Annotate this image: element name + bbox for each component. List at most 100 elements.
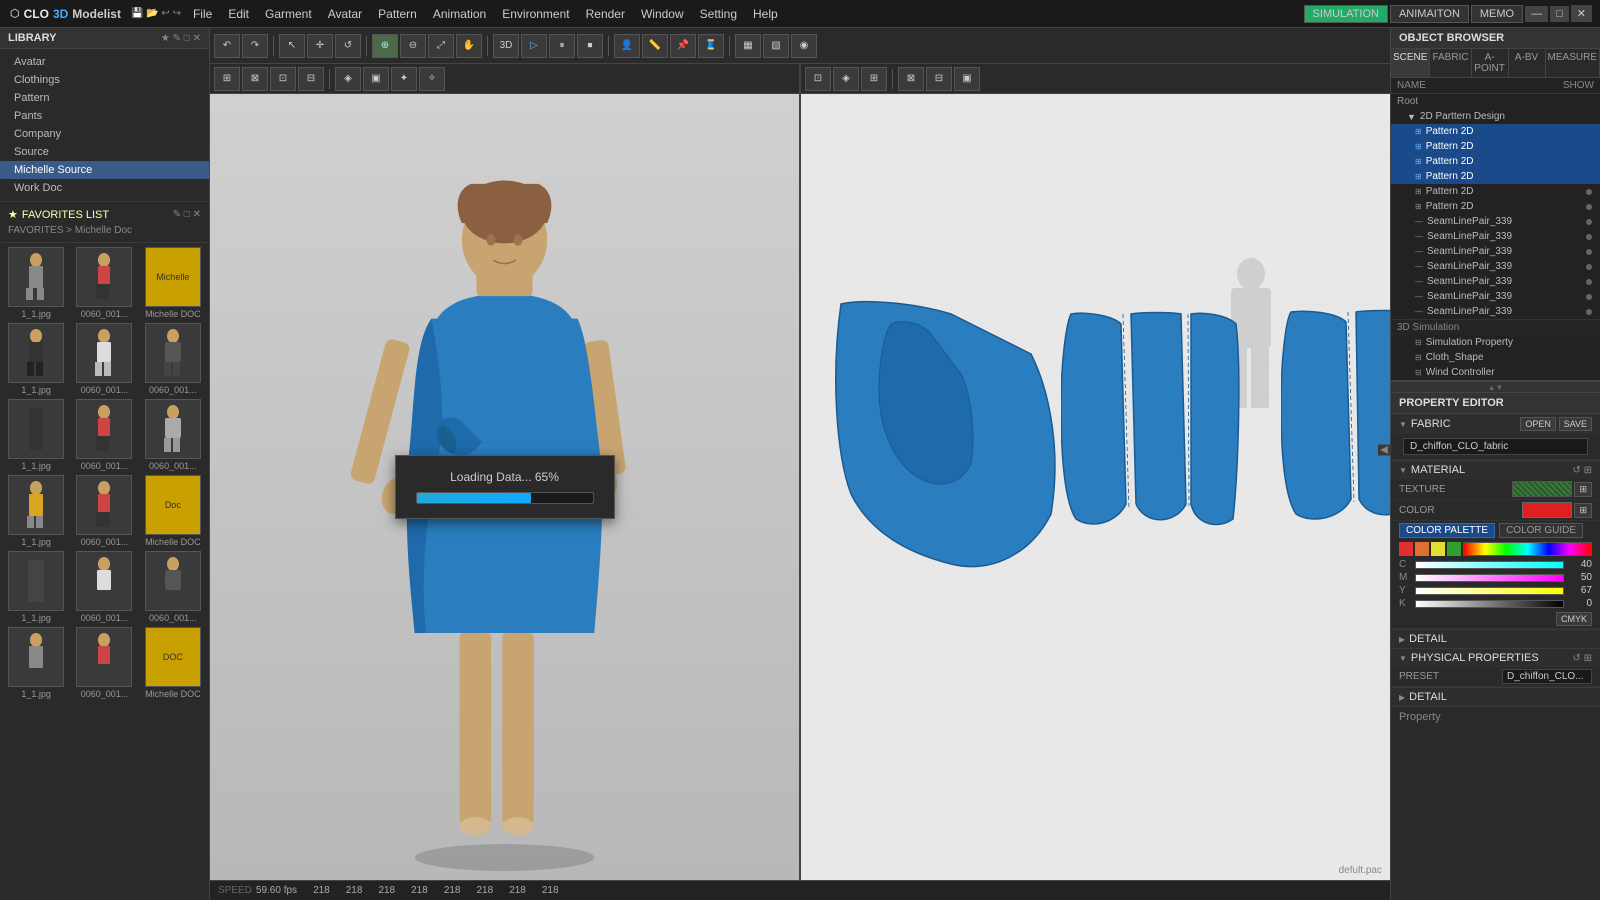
color-guide-tab[interactable]: COLOR GUIDE bbox=[1499, 523, 1583, 538]
toolbar-btn-zoom-out[interactable]: ⊖ bbox=[400, 34, 426, 58]
tree-item-pattern2d-4[interactable]: ⊞ Pattern 2D bbox=[1391, 169, 1600, 184]
toolbar-btn-measure[interactable]: 📏 bbox=[642, 34, 668, 58]
material-section-header[interactable]: ▼ MATERIAL ↺ ⊞ bbox=[1391, 461, 1600, 479]
sidebar-nav-company[interactable]: Company bbox=[0, 125, 209, 143]
cmyk-button[interactable]: CMYK bbox=[1556, 612, 1592, 626]
physical-section-header[interactable]: ▼ PHYSICAL PROPERTIES ↺ ⊞ bbox=[1391, 649, 1600, 667]
toolbar-3d-btn-8[interactable]: ✧ bbox=[419, 67, 445, 91]
menu-edit[interactable]: Edit bbox=[220, 0, 257, 28]
toolbar-2d-btn-1[interactable]: ⊡ bbox=[805, 67, 831, 91]
tree-item-pattern2d-6[interactable]: ⊞ Pattern 2D bbox=[1391, 199, 1600, 214]
panel-divider[interactable]: ▲▼ bbox=[1391, 381, 1600, 393]
pattern-piece-group-left[interactable] bbox=[831, 294, 1081, 614]
menu-help[interactable]: Help bbox=[745, 0, 786, 28]
toolbar-btn-fit[interactable]: ⤢ bbox=[428, 34, 454, 58]
animation-button[interactable]: ANIMAITON bbox=[1390, 5, 1469, 23]
cmyk-y-bar[interactable] bbox=[1415, 587, 1564, 595]
list-item[interactable]: Doc Michelle DOC bbox=[141, 475, 205, 547]
texture-preview[interactable] bbox=[1512, 481, 1572, 497]
list-item[interactable]: 0060_001... bbox=[72, 323, 136, 395]
list-item[interactable]: 1_1.jpg bbox=[4, 627, 68, 699]
toolbar-3d-btn-6[interactable]: ▣ bbox=[363, 67, 389, 91]
pattern-piece-group-middle[interactable] bbox=[1061, 304, 1301, 584]
pattern-piece-group-right[interactable] bbox=[1281, 304, 1390, 584]
toolbar-btn-undo[interactable]: ↶ bbox=[214, 34, 240, 58]
list-item[interactable]: 0060_001... bbox=[72, 551, 136, 623]
toolbar-btn-render[interactable]: ◉ bbox=[791, 34, 817, 58]
toolbar-btn-sim3[interactable]: ⏹ bbox=[577, 34, 603, 58]
toolbar-btn-pattern[interactable]: ▦ bbox=[735, 34, 761, 58]
toolbar-btn-move[interactable]: ✛ bbox=[307, 34, 333, 58]
tree-item-pattern2d-1[interactable]: ⊞ Pattern 2D bbox=[1391, 124, 1600, 139]
list-item[interactable]: Michelle Michelle DOC bbox=[141, 247, 205, 319]
toolbar-2d-btn-4[interactable]: ⊠ bbox=[898, 67, 924, 91]
open-button[interactable]: OPEN bbox=[1520, 417, 1556, 431]
sidebar-nav-clothings[interactable]: Clothings bbox=[0, 71, 209, 89]
toolbar-2d-btn-5[interactable]: ⊟ bbox=[926, 67, 952, 91]
tree-item-pattern2d-3[interactable]: ⊞ Pattern 2D bbox=[1391, 154, 1600, 169]
list-item[interactable]: 0060_001... bbox=[72, 247, 136, 319]
sidebar-nav-source[interactable]: Source bbox=[0, 143, 209, 161]
tab-apoint[interactable]: A-POINT bbox=[1472, 49, 1509, 77]
toolbar-3d-btn-3[interactable]: ⊡ bbox=[270, 67, 296, 91]
menu-garment[interactable]: Garment bbox=[257, 0, 320, 28]
toolbar-3d-btn-7[interactable]: ✦ bbox=[391, 67, 417, 91]
list-item[interactable]: 0060_001... bbox=[141, 399, 205, 471]
preset-input[interactable] bbox=[1502, 669, 1592, 684]
color-swatch[interactable] bbox=[1522, 502, 1572, 518]
sidebar-nav-avatar[interactable]: Avatar bbox=[0, 53, 209, 71]
toolbar-3d-btn-1[interactable]: ⊞ bbox=[214, 67, 240, 91]
toolbar-3d-btn-2[interactable]: ⊠ bbox=[242, 67, 268, 91]
sidebar-nav-pants[interactable]: Pants bbox=[0, 107, 209, 125]
tree-item-seamline-1[interactable]: — SeamLinePair_339 bbox=[1391, 214, 1600, 229]
color-edit-btn[interactable]: ⊞ bbox=[1574, 503, 1592, 518]
toolbar-btn-select[interactable]: ↖ bbox=[279, 34, 305, 58]
toolbar-2d-btn-2[interactable]: ◈ bbox=[833, 67, 859, 91]
viewport-2d[interactable]: defult.pac bbox=[801, 94, 1390, 880]
tree-item-seamline-2[interactable]: — SeamLinePair_339 bbox=[1391, 229, 1600, 244]
sidebar-nav-work-doc[interactable]: Work Doc bbox=[0, 179, 209, 197]
toolbar-2d-btn-3[interactable]: ⊞ bbox=[861, 67, 887, 91]
palette-swatch-red[interactable] bbox=[1399, 542, 1413, 556]
right-panel-collapse-btn[interactable]: ◀ bbox=[1378, 445, 1390, 456]
tree-item-seamline-7[interactable]: — SeamLinePair_339 bbox=[1391, 304, 1600, 319]
toolbar-btn-3d-view[interactable]: 3D bbox=[493, 34, 519, 58]
list-item[interactable]: 0060_001... bbox=[72, 399, 136, 471]
toolbar-btn-zoom-in[interactable]: ⊕ bbox=[372, 34, 398, 58]
list-item[interactable]: 0060_001... bbox=[72, 627, 136, 699]
palette-swatch-orange[interactable] bbox=[1415, 542, 1429, 556]
tree-item-seamline-5[interactable]: — SeamLinePair_339 bbox=[1391, 274, 1600, 289]
tree-item-2d-pattern-design[interactable]: ▼ 2D Parttern Design bbox=[1391, 109, 1600, 124]
viewport-3d[interactable]: Loading Data... 65% bbox=[210, 94, 801, 880]
list-item[interactable]: 0060_001... bbox=[72, 475, 136, 547]
sidebar-nav-michelle-source[interactable]: Michelle Source bbox=[0, 161, 209, 179]
tree-item-sim-property[interactable]: ⊟ Simulation Property bbox=[1391, 335, 1600, 350]
detail2-section-header[interactable]: ▶ DETAIL bbox=[1391, 688, 1600, 706]
toolbar-btn-pan[interactable]: ✋ bbox=[456, 34, 482, 58]
list-item[interactable]: 1_1.jpg bbox=[4, 475, 68, 547]
list-item[interactable]: 1_1.jpg bbox=[4, 399, 68, 471]
toolbar-btn-avatar[interactable]: 👤 bbox=[614, 34, 640, 58]
tab-measure[interactable]: MEASURE bbox=[1546, 49, 1600, 77]
sidebar-nav-pattern[interactable]: Pattern bbox=[0, 89, 209, 107]
menu-render[interactable]: Render bbox=[578, 0, 633, 28]
cmyk-c-bar[interactable] bbox=[1415, 561, 1564, 569]
tree-item-cloth-shape[interactable]: ⊟ Cloth_Shape bbox=[1391, 350, 1600, 365]
toolbar-2d-btn-6[interactable]: ▣ bbox=[954, 67, 980, 91]
list-item[interactable]: 0060_001... bbox=[141, 551, 205, 623]
minimize-button[interactable]: — bbox=[1525, 6, 1548, 22]
menu-pattern[interactable]: Pattern bbox=[370, 0, 425, 28]
color-palette-tab[interactable]: COLOR PALETTE bbox=[1399, 523, 1495, 538]
maximize-button[interactable]: □ bbox=[1550, 6, 1569, 22]
cmyk-m-bar[interactable] bbox=[1415, 574, 1564, 582]
toolbar-btn-sim2[interactable]: ⏸ bbox=[549, 34, 575, 58]
palette-swatch-green[interactable] bbox=[1447, 542, 1461, 556]
tree-item-seamline-3[interactable]: — SeamLinePair_339 bbox=[1391, 244, 1600, 259]
toolbar-3d-btn-4[interactable]: ⊟ bbox=[298, 67, 324, 91]
tab-abv[interactable]: A-BV bbox=[1509, 49, 1546, 77]
tree-item-pattern2d-5[interactable]: ⊞ Pattern 2D bbox=[1391, 184, 1600, 199]
tree-item-wind-controller[interactable]: ⊟ Wind Controller bbox=[1391, 365, 1600, 380]
palette-gradient[interactable] bbox=[1463, 542, 1592, 556]
toolbar-btn-redo[interactable]: ↷ bbox=[242, 34, 268, 58]
menu-file[interactable]: File bbox=[185, 0, 220, 28]
